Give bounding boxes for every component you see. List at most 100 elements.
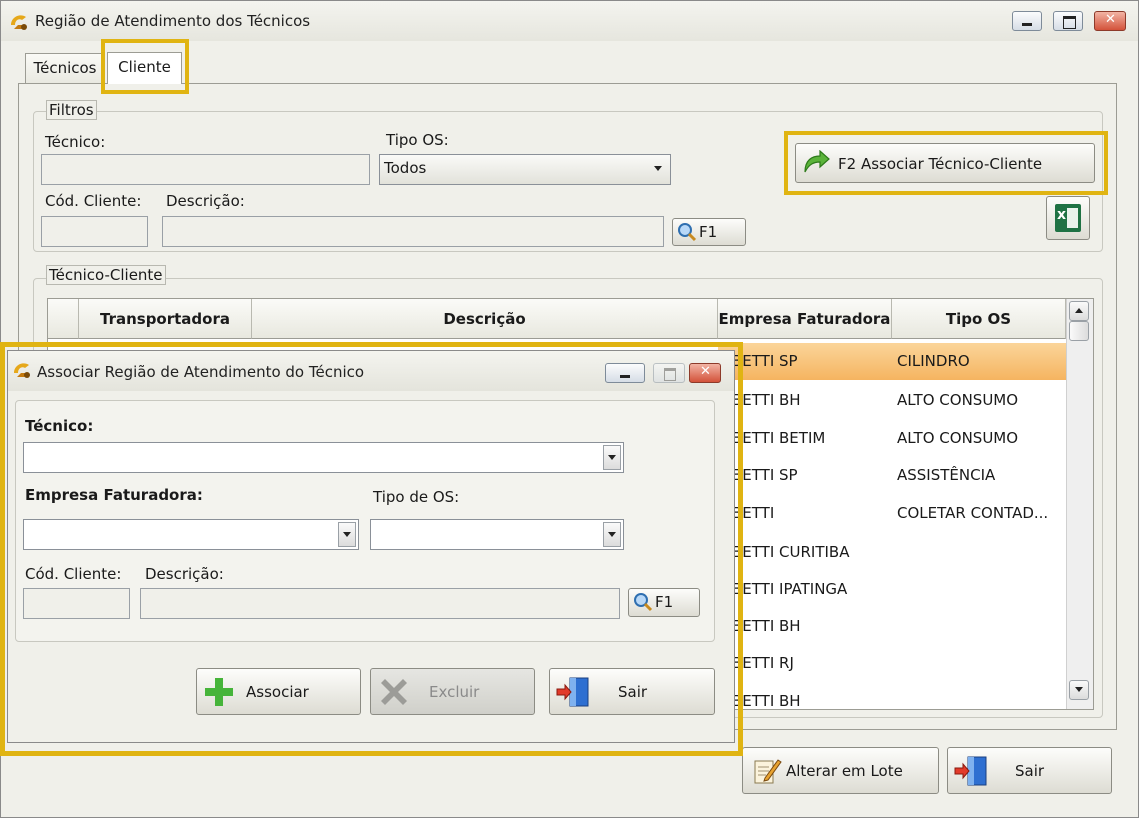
table-row[interactable]: BETTI SP (732, 466, 798, 484)
table-row[interactable]: BETTI BH (732, 692, 801, 710)
dialog-cod-cliente-label: Cód. Cliente: (25, 565, 122, 583)
descricao-input[interactable] (162, 216, 664, 247)
empresa-cell: BETTI SP (732, 352, 798, 370)
filters-group-label: Filtros (46, 100, 97, 120)
table-row[interactable]: BETTI BH (732, 391, 801, 409)
table-row[interactable]: ALTO CONSUMO (897, 391, 1018, 409)
table-row[interactable]: BETTI BETIM (732, 429, 825, 447)
empresa-cell: BETTI BH (732, 692, 801, 710)
empresa-cell: BETTI IPATINGA (732, 580, 848, 598)
associate-button-label: F2 Associar Técnico-Cliente (838, 155, 1043, 173)
associate-tecnico-cliente-button[interactable]: F2 Associar Técnico-Cliente (795, 143, 1095, 183)
grid-scrollbar[interactable] (1066, 299, 1093, 709)
descricao-label: Descrição: (166, 192, 245, 210)
excluir-button-label: Excluir (429, 683, 480, 701)
exit-door-icon (954, 756, 987, 786)
tab-tecnicos-label: Técnicos (33, 59, 97, 77)
excel-export-icon[interactable]: x (1046, 196, 1090, 240)
column-header-empresa-faturadora[interactable]: Empresa Faturadora (718, 299, 892, 339)
dialog-minimize-button[interactable] (605, 363, 645, 383)
dialog-descricao-label: Descrição: (145, 565, 224, 583)
dialog-titlebar: Associar Região de Atendimento do Técnic… (8, 351, 734, 391)
scroll-up-button[interactable] (1069, 301, 1089, 321)
table-row[interactable]: BETTI IPATINGA (732, 580, 847, 598)
search-f1-label: F1 (699, 223, 718, 241)
grid-row-header (48, 299, 79, 339)
associar-button[interactable]: Associar (196, 668, 361, 715)
empresa-cell: BETTI RJ (732, 654, 794, 672)
dialog-maximize-button[interactable] (653, 363, 685, 383)
associar-button-label: Associar (246, 683, 309, 701)
delete-x-icon (381, 679, 407, 705)
column-header-tipo-os[interactable]: Tipo OS (892, 299, 1066, 339)
search-icon (678, 223, 697, 242)
close-button[interactable]: ✕ (1094, 11, 1126, 31)
tab-tecnicos[interactable]: Técnicos (25, 53, 105, 83)
tipo-cell: ASSISTÊNCIA (897, 466, 996, 484)
exit-door-icon (556, 677, 589, 707)
dialog-cod-cliente-input[interactable] (23, 588, 130, 619)
dialog-empresa-select[interactable] (23, 519, 359, 550)
tab-cliente[interactable]: Cliente (107, 52, 182, 84)
main-window-title: Região de Atendimento dos Técnicos (35, 12, 311, 30)
dialog-tipo-os-label: Tipo de OS: (373, 488, 460, 506)
dialog-logo-icon (14, 363, 30, 378)
table-row[interactable]: BETTI RJ (732, 654, 794, 672)
chevron-down-icon (338, 522, 356, 547)
tipo-cell: COLETAR CONTAD... (897, 504, 1049, 522)
app-logo-icon (11, 15, 27, 30)
table-row[interactable]: BETTI BH (732, 617, 801, 635)
tab-cliente-label: Cliente (118, 58, 171, 76)
tecnico-input[interactable] (41, 154, 370, 185)
table-row[interactable]: COLETAR CONTAD... (897, 504, 1048, 522)
scroll-down-button[interactable] (1069, 680, 1089, 700)
maximize-button[interactable] (1053, 11, 1083, 31)
chevron-up-icon (1075, 308, 1083, 313)
tipo-os-select[interactable]: Todos (379, 154, 671, 185)
chevron-down-icon (603, 445, 621, 470)
chevron-down-icon (650, 157, 668, 182)
dialog-tecnico-select[interactable] (23, 442, 624, 473)
empresa-cell: BETTI SP (732, 466, 798, 484)
table-row[interactable]: ASSISTÊNCIA (897, 466, 995, 484)
search-f1-button[interactable]: F1 (672, 218, 746, 246)
dialog-search-f1-button[interactable]: F1 (628, 588, 700, 617)
dialog-sair-label: Sair (618, 683, 648, 701)
tipo-os-value: Todos (384, 159, 427, 177)
cod-cliente-input[interactable] (41, 216, 148, 247)
column-header-descricao[interactable]: Descrição (252, 299, 718, 339)
dialog-tecnico-label: Técnico: (25, 417, 94, 435)
dialog-descricao-input[interactable] (140, 588, 620, 619)
tecnico-cliente-group-label: Técnico-Cliente (46, 265, 166, 285)
minimize-button[interactable] (1012, 11, 1042, 31)
chevron-down-icon (1075, 687, 1083, 692)
search-icon (634, 593, 653, 612)
alterar-em-lote-button[interactable]: Alterar em Lote (742, 747, 939, 794)
empresa-cell: BETTI (732, 504, 775, 522)
table-row[interactable]: ALTO CONSUMO (897, 429, 1018, 447)
excluir-button: Excluir (370, 668, 535, 715)
edit-pencil-icon (754, 759, 782, 784)
dialog-close-button[interactable]: ✕ (689, 363, 721, 383)
empresa-cell: BETTI BH (732, 617, 801, 635)
dialog-title: Associar Região de Atendimento do Técnic… (37, 363, 365, 381)
sair-main-button[interactable]: Sair (947, 747, 1112, 794)
dialog-search-f1-label: F1 (655, 593, 674, 611)
tipo-cell: CILINDRO (897, 352, 970, 370)
table-row[interactable]: BETTI CURITIBA (732, 543, 849, 561)
table-row[interactable]: CILINDRO (897, 352, 970, 370)
empresa-cell: BETTI BETIM (732, 429, 826, 447)
alterar-em-lote-label: Alterar em Lote (786, 762, 903, 780)
tipo-cell: ALTO CONSUMO (897, 429, 1019, 447)
dialog-tipo-os-select[interactable] (370, 519, 624, 550)
tipo-cell: ALTO CONSUMO (897, 391, 1019, 409)
tipo-os-label: Tipo OS: (386, 131, 449, 149)
scroll-thumb[interactable] (1069, 321, 1089, 341)
plus-icon (205, 678, 233, 706)
refresh-arrow-icon (804, 150, 830, 173)
chevron-down-icon (603, 522, 621, 547)
table-row[interactable]: BETTI (732, 504, 774, 522)
dialog-sair-button[interactable]: Sair (549, 668, 715, 715)
table-row[interactable]: BETTI SP (732, 352, 798, 370)
column-header-transportadora[interactable]: Transportadora (79, 299, 252, 339)
